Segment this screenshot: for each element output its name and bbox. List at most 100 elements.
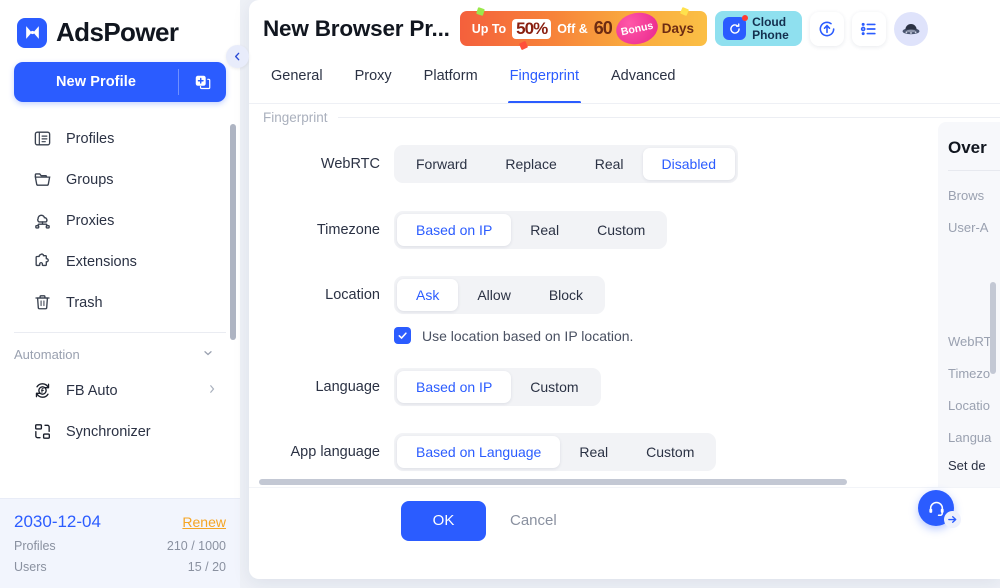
overview-title: Over	[948, 138, 987, 157]
automation-group-header[interactable]: Automation	[0, 333, 240, 370]
seg-option-real[interactable]: Real	[511, 214, 578, 246]
sidebar-item-synchronizer[interactable]: Synchronizer	[0, 411, 240, 452]
tab-fingerprint[interactable]: Fingerprint	[507, 63, 582, 104]
promo-bonus-badge: Bonus	[613, 8, 661, 49]
confetti-green	[475, 7, 485, 16]
license-row-label: Profiles	[14, 539, 56, 553]
cloud-phone-button[interactable]: Cloud Phone	[715, 11, 802, 46]
sidebar-item-label: FB Auto	[66, 382, 118, 399]
support-button[interactable]	[918, 490, 961, 528]
chevron-down-icon[interactable]	[202, 347, 214, 362]
license-row: Profiles 210 / 1000	[14, 539, 226, 553]
cloud-phone-line2: Phone	[752, 27, 789, 42]
seg-option-forward[interactable]: Forward	[397, 148, 486, 180]
modal-footer: OK Cancel	[249, 487, 1000, 553]
cancel-button[interactable]: Cancel	[500, 501, 567, 541]
horizontal-scrollbar[interactable]	[259, 479, 847, 485]
sidebar-scrollbar[interactable]	[230, 124, 236, 340]
ok-button[interactable]: OK	[401, 500, 486, 541]
segmented-control-language: Based on IP Custom	[394, 368, 601, 406]
promo-upto: Up To	[471, 21, 507, 36]
license-row-value: 15 / 20	[187, 560, 226, 574]
renew-link[interactable]: Renew	[182, 514, 226, 530]
arrow-right-icon[interactable]	[944, 511, 961, 528]
seg-option-custom[interactable]: Custom	[511, 371, 597, 403]
seg-option-based-on-language[interactable]: Based on Language	[397, 436, 561, 468]
seg-option-real[interactable]: Real	[560, 436, 627, 468]
overview-item-user-agent: User-A	[948, 220, 989, 235]
tab-advanced[interactable]: Advanced	[611, 63, 676, 104]
sidebar-item-proxies[interactable]: Proxies	[0, 200, 240, 241]
sidebar-item-label: Groups	[66, 171, 114, 188]
task-list-icon[interactable]	[851, 11, 886, 46]
synchronizer-icon	[32, 421, 53, 442]
add-square-icon[interactable]	[179, 74, 226, 91]
sidebar-collapse-button[interactable]	[226, 45, 249, 68]
sidebar-nav: Profiles Groups Proxies Extensions Trash…	[0, 118, 240, 452]
tab-general[interactable]: General	[271, 63, 323, 104]
field-row-location: Location Ask Allow Block Use location ba…	[249, 276, 1000, 344]
promo-off: Off &	[557, 21, 588, 36]
location-ip-checkbox[interactable]	[394, 327, 411, 344]
confetti-red	[518, 40, 528, 51]
field-row-webrtc: WebRTC Forward Replace Real Disabled	[249, 145, 1000, 183]
ufo-avatar-icon[interactable]	[893, 11, 928, 46]
sidebar-item-extensions[interactable]: Extensions	[0, 241, 240, 282]
adspower-logo-icon	[17, 17, 47, 48]
promotion-banner[interactable]: Up To 50% Off & 60 Bonus Days	[459, 6, 708, 51]
seg-option-custom[interactable]: Custom	[627, 436, 713, 468]
sidebar-item-fb-auto[interactable]: FB Auto	[0, 370, 240, 411]
seg-option-block[interactable]: Block	[530, 279, 602, 311]
trash-icon	[32, 292, 53, 313]
cloud-phone-icon	[723, 15, 749, 40]
confetti-yellow	[680, 6, 690, 17]
set-default-link[interactable]: Set de	[948, 458, 1000, 473]
location-ip-checkbox-label: Use location based on IP location.	[422, 327, 634, 344]
refresh-update-icon[interactable]	[809, 11, 844, 46]
profiles-icon	[32, 128, 53, 149]
segmented-control-webrtc: Forward Replace Real Disabled	[394, 145, 739, 183]
modal-header: New Browser Pr... Up To 50% Off & 60 Bon…	[249, 0, 1000, 57]
seg-option-replace[interactable]: Replace	[486, 148, 575, 180]
chevron-right-icon	[206, 383, 218, 399]
seg-option-based-on-ip[interactable]: Based on IP	[397, 371, 512, 403]
seg-option-real[interactable]: Real	[576, 148, 643, 180]
field-label: Language	[315, 379, 380, 395]
seg-option-allow[interactable]: Allow	[458, 279, 529, 311]
license-top: 2030-12-04 Renew	[14, 512, 226, 532]
location-ip-checkbox-row: Use location based on IP location.	[394, 327, 633, 344]
promo-days-number: 60	[593, 18, 613, 38]
segmented-control-location: Ask Allow Block	[394, 276, 606, 314]
field-row-language: Language Based on IP Custom	[249, 368, 1000, 406]
sidebar-item-label: Proxies	[66, 212, 115, 229]
seg-option-based-on-ip[interactable]: Based on IP	[397, 214, 512, 246]
tab-platform[interactable]: Platform	[424, 63, 478, 104]
puzzle-piece-icon	[32, 251, 53, 272]
seg-option-disabled[interactable]: Disabled	[642, 148, 736, 180]
tab-proxy[interactable]: Proxy	[355, 63, 392, 104]
folder-icon	[32, 169, 53, 190]
sidebar-item-profiles[interactable]: Profiles	[0, 118, 240, 159]
seg-option-ask[interactable]: Ask	[397, 279, 459, 311]
overview-scrollbar[interactable]	[990, 282, 996, 374]
proxy-network-icon	[32, 210, 53, 231]
app-root: AdsPower New Profile Profiles Groups Pro…	[0, 0, 1000, 588]
location-controls: Ask Allow Block Use location based on IP…	[394, 276, 633, 344]
new-profile-button[interactable]: New Profile	[14, 62, 226, 102]
license-row: Users 15 / 20	[14, 560, 226, 574]
new-profile-wrap: New Profile	[0, 48, 240, 102]
checkmark-icon	[398, 332, 407, 339]
horizontal-scrollbar-track	[249, 479, 1000, 485]
cloud-phone-label: Cloud Phone	[752, 16, 789, 41]
new-browser-profile-modal: New Browser Pr... Up To 50% Off & 60 Bon…	[249, 0, 1000, 579]
sidebar-item-groups[interactable]: Groups	[0, 159, 240, 200]
divider	[337, 117, 1000, 118]
new-profile-label: New Profile	[55, 74, 137, 90]
fb-auto-icon	[32, 380, 53, 401]
automation-group-label: Automation	[14, 347, 80, 362]
seg-option-custom[interactable]: Custom	[578, 214, 664, 246]
sidebar-item-trash[interactable]: Trash	[0, 282, 240, 323]
sidebar: AdsPower New Profile Profiles Groups Pro…	[0, 0, 240, 588]
fingerprint-form: Fingerprint WebRTC Forward Replace Real …	[249, 104, 1000, 553]
